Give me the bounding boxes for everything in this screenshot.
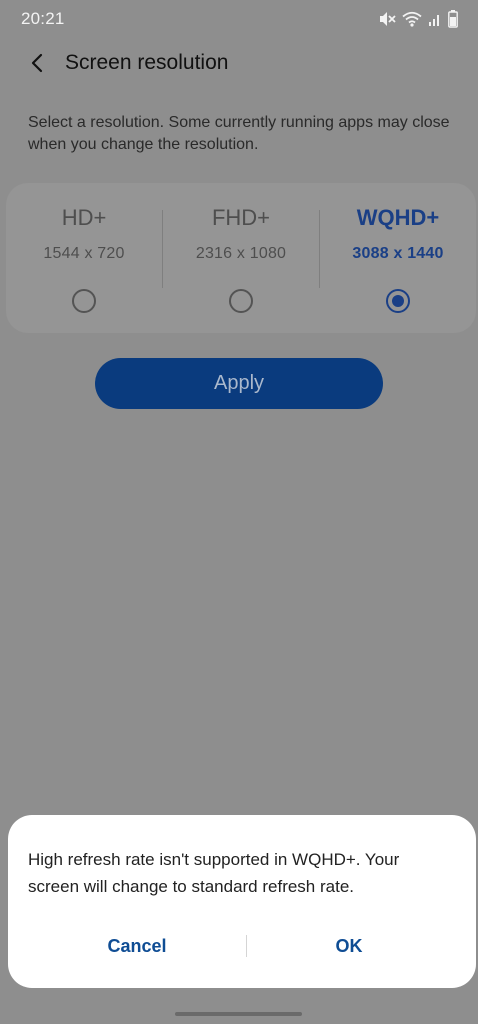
radio-button-hd[interactable] (72, 289, 96, 313)
resolution-name: HD+ (61, 205, 107, 230)
status-time: 20:21 (21, 9, 65, 28)
chevron-left-icon (30, 53, 44, 78)
screen-background: 20:21 Screen resolution Select a resolut… (0, 0, 478, 1024)
status-bar: 20:21 (0, 0, 478, 38)
status-icons (378, 9, 458, 29)
resolution-value: 1544 x 720 (43, 245, 125, 262)
ok-button[interactable]: OK (244, 930, 454, 962)
cancel-button[interactable]: Cancel (32, 930, 242, 962)
description-text: Select a resolution. Some currently runn… (28, 114, 450, 153)
mute-icon (378, 11, 396, 27)
resolution-name: FHD+ (211, 205, 271, 230)
resolution-options-card: HD+ 1544 x 720 FHD+ 2316 x 1080 WQHD+ 30… (6, 183, 476, 333)
page-title: Screen resolution (65, 51, 229, 74)
radio-selected-dot (392, 295, 404, 307)
signal-icon (428, 11, 442, 27)
resolution-option-fhd[interactable]: FHD+ 2316 x 1080 (163, 183, 319, 333)
radio-button-wqhd[interactable] (386, 289, 410, 313)
resolution-value: 3088 x 1440 (352, 245, 444, 262)
app-header: Screen resolution (0, 40, 478, 88)
radio-button-fhd[interactable] (229, 289, 253, 313)
dialog-message: High refresh rate isn't supported in WQH… (28, 850, 400, 896)
wifi-icon (402, 11, 422, 27)
battery-icon (448, 10, 458, 28)
resolution-value: 2316 x 1080 (195, 245, 287, 262)
resolution-name: WQHD+ (356, 205, 440, 230)
apply-button[interactable]: Apply (95, 358, 383, 409)
resolution-option-hd[interactable]: HD+ 1544 x 720 (6, 183, 162, 333)
home-indicator[interactable] (175, 1012, 302, 1016)
back-button[interactable] (20, 48, 54, 82)
refresh-rate-dialog: High refresh rate isn't supported in WQH… (8, 815, 476, 988)
resolution-option-wqhd[interactable]: WQHD+ 3088 x 1440 (320, 183, 476, 333)
